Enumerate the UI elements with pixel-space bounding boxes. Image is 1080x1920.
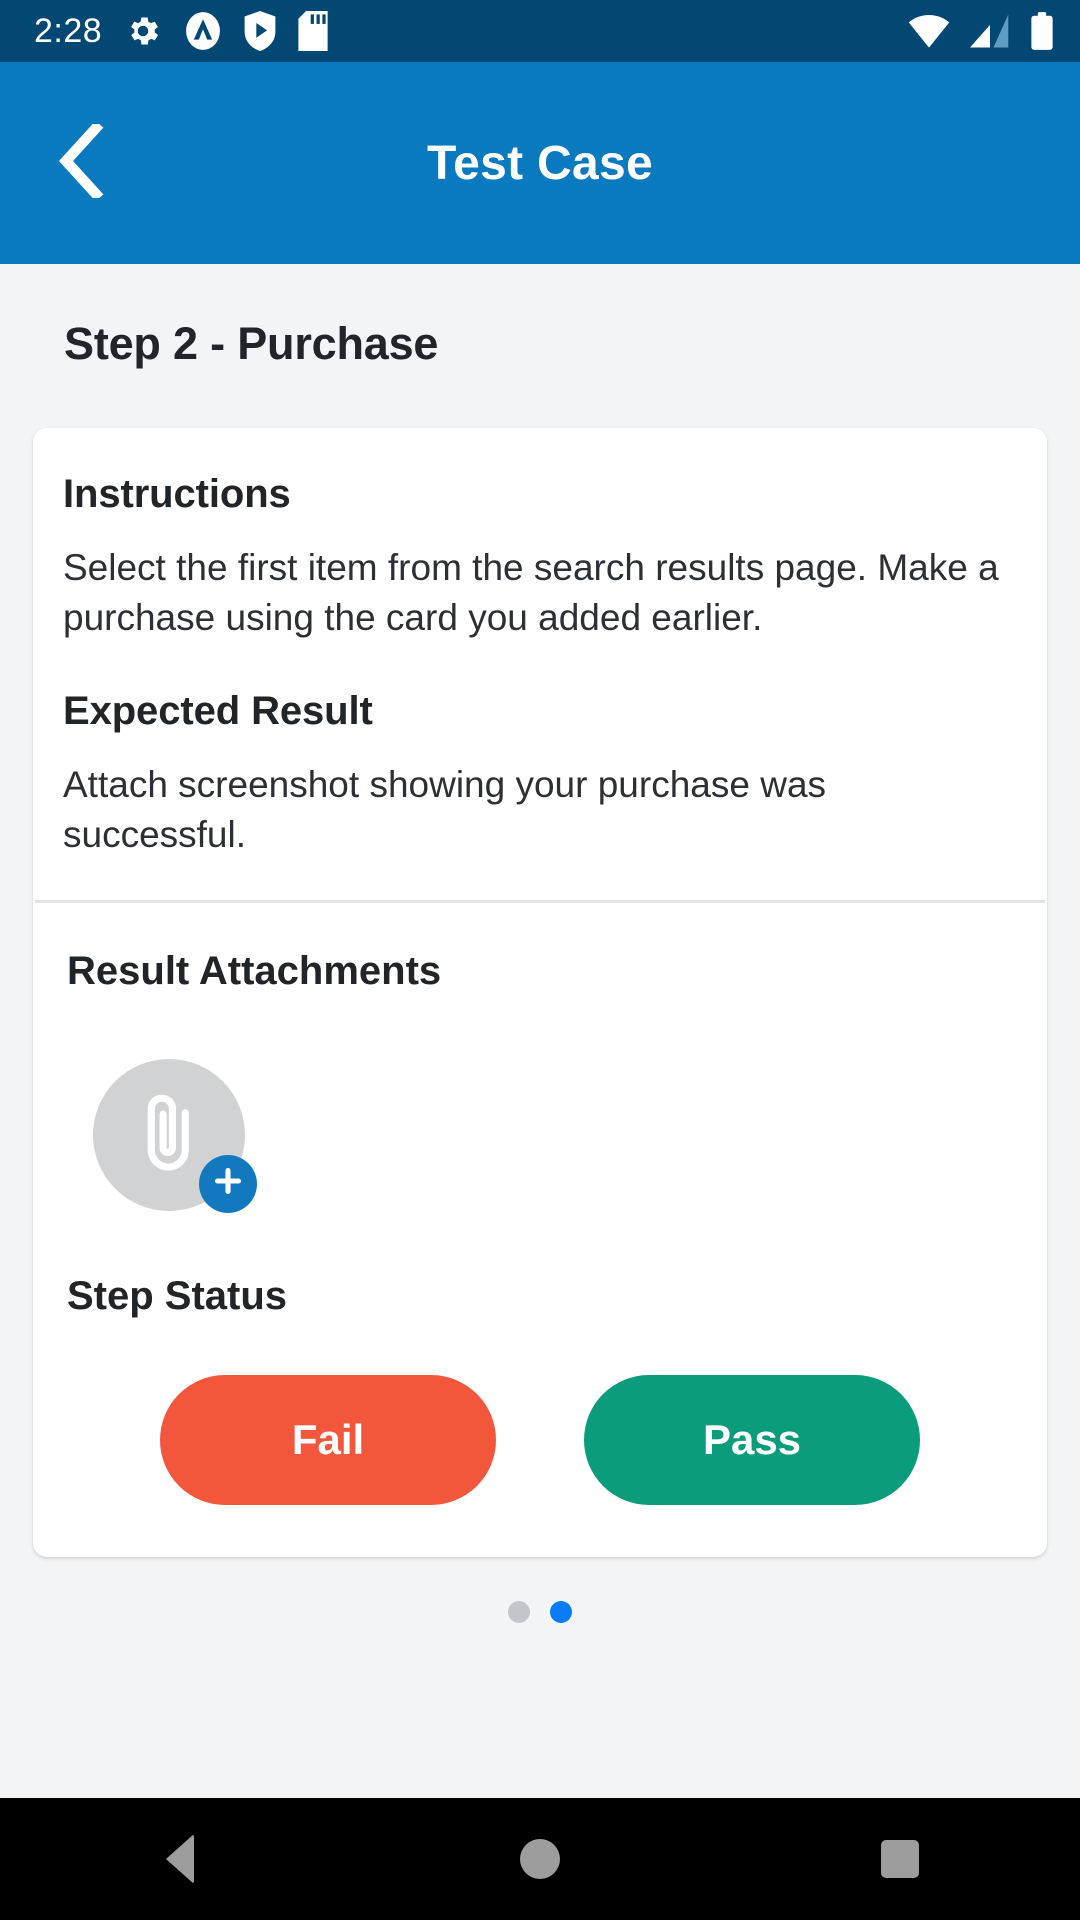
- cell-signal-icon: [970, 14, 1010, 48]
- app-bar: Test Case: [0, 62, 1080, 264]
- gear-icon: [124, 12, 162, 50]
- shield-play-icon: [244, 11, 276, 51]
- status-bar-left: 2:28: [34, 11, 328, 51]
- phone-screen: 2:28 Test Case Step 2 - Purchase Instruc…: [0, 0, 1080, 1920]
- page-dot-2[interactable]: [550, 1600, 572, 1623]
- fail-button[interactable]: Fail: [160, 1374, 496, 1505]
- paperclip-icon: [132, 1090, 206, 1179]
- test-step-card: Instructions Select the first item from …: [33, 428, 1047, 1557]
- pass-button[interactable]: Pass: [584, 1374, 920, 1505]
- result-attachments-heading: Result Attachments: [67, 948, 442, 993]
- home-circle-icon: [520, 1839, 560, 1879]
- sd-card-icon: [298, 11, 328, 51]
- expected-result-heading: Expected Result: [63, 688, 373, 733]
- page-indicator: [0, 1600, 1080, 1623]
- back-button[interactable]: [36, 118, 126, 208]
- back-triangle-icon: [166, 1834, 194, 1884]
- chevron-left-icon: [58, 120, 104, 203]
- attachment-list: [63, 1046, 1017, 1224]
- status-bar-right: [908, 12, 1054, 50]
- circle-a-icon: [184, 11, 222, 51]
- wifi-icon: [908, 14, 950, 48]
- page-dot-1[interactable]: [508, 1600, 530, 1623]
- card-details-section: Instructions Select the first item from …: [33, 428, 1047, 900]
- main-content: Step 2 - Purchase Instructions Select th…: [0, 264, 1080, 1798]
- status-clock: 2:28: [34, 12, 103, 50]
- nav-home-button[interactable]: [465, 1798, 615, 1920]
- battery-icon: [1030, 12, 1054, 50]
- expected-result-text: Attach screenshot showing your purchase …: [63, 763, 827, 855]
- nav-back-button[interactable]: [105, 1798, 255, 1920]
- nav-recents-button[interactable]: [825, 1798, 975, 1920]
- page-title: Step 2 - Purchase: [64, 318, 439, 369]
- add-attachment-button[interactable]: [93, 1058, 257, 1213]
- step-status-buttons: Fail Pass: [63, 1374, 1017, 1505]
- instructions-heading: Instructions: [63, 472, 291, 516]
- add-attachment-badge[interactable]: [199, 1154, 257, 1213]
- plus-icon: [213, 1166, 243, 1201]
- system-nav-bar: [0, 1798, 1080, 1920]
- instructions-text: Select the first item from the search re…: [63, 547, 999, 638]
- recents-square-icon: [881, 1840, 919, 1878]
- step-status-heading: Step Status: [67, 1273, 288, 1318]
- card-result-section: Result Attachments Step Status Fail Pass: [33, 903, 1047, 1557]
- status-bar: 2:28: [0, 0, 1080, 62]
- app-bar-title: Test Case: [427, 136, 653, 190]
